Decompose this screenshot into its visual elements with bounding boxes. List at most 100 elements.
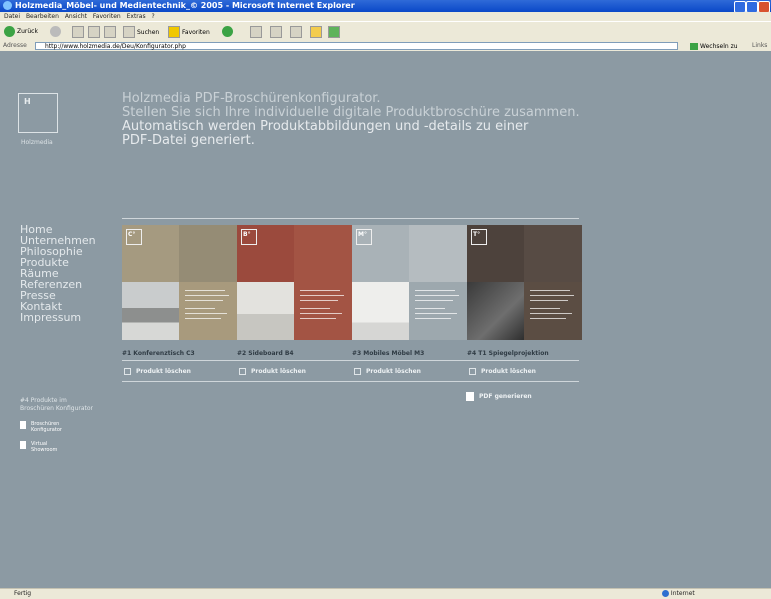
generate-pdf-button[interactable]: PDF generieren bbox=[466, 392, 532, 401]
history-button[interactable] bbox=[222, 26, 233, 37]
product-color-block: T° bbox=[467, 225, 524, 282]
search-button[interactable]: Suchen bbox=[123, 26, 159, 38]
forward-arrow-icon bbox=[50, 26, 61, 37]
status-bar: Fertig Internet bbox=[0, 588, 771, 599]
favorites-button[interactable]: Favoriten bbox=[168, 26, 210, 38]
menu-datei[interactable]: Datei bbox=[4, 13, 20, 20]
menu-bar: Datei Bearbeiten Ansicht Favoriten Extra… bbox=[0, 12, 771, 21]
virtual-showroom-link[interactable]: Virtual Showroom bbox=[20, 441, 57, 453]
divider-middle bbox=[122, 360, 579, 361]
refresh-button[interactable] bbox=[88, 26, 100, 38]
folder-icon bbox=[310, 26, 322, 38]
product-photo bbox=[352, 282, 409, 340]
globe-icon bbox=[662, 590, 669, 597]
ie-icon bbox=[3, 1, 12, 10]
home-icon bbox=[104, 26, 116, 38]
product-description bbox=[294, 282, 352, 340]
remove-product-button[interactable]: Produkt löschen bbox=[239, 368, 306, 375]
product-grid: C° B° M° T° bbox=[122, 225, 582, 340]
web-page: H Holzmedia Holzmedia PDF-Broschürenkonf… bbox=[0, 52, 771, 588]
stop-button[interactable] bbox=[72, 26, 84, 38]
product-color-block: B° bbox=[237, 225, 294, 282]
delete-icon bbox=[354, 368, 361, 375]
document-icon bbox=[20, 421, 26, 429]
configurator-count: #4 Produkte im Broschüren Konfigurator bbox=[20, 397, 94, 412]
menu-favoriten[interactable]: Favoriten bbox=[93, 13, 121, 20]
back-button[interactable]: Zurück bbox=[4, 26, 38, 37]
product-description bbox=[409, 282, 467, 340]
home-button[interactable] bbox=[104, 26, 116, 38]
product-tile-t1[interactable]: T° bbox=[467, 225, 582, 340]
folder-button[interactable] bbox=[310, 26, 322, 38]
intro-line-2: Stellen Sie sich Ihre individuelle digit… bbox=[122, 105, 580, 120]
divider-top bbox=[122, 218, 579, 219]
menu-bearbeiten[interactable]: Bearbeiten bbox=[26, 13, 59, 20]
brochure-configurator-link[interactable]: Broschüren Konfigurator bbox=[20, 421, 62, 433]
browser-toolbar: Zurück Suchen Favoriten bbox=[0, 21, 771, 42]
print-button[interactable] bbox=[270, 26, 282, 38]
product-sketch bbox=[294, 225, 352, 282]
product-letter: T° bbox=[471, 229, 487, 245]
edit-icon bbox=[290, 26, 302, 38]
product-label: #3 Mobiles Möbel M3 bbox=[352, 350, 425, 357]
remove-product-button[interactable]: Produkt löschen bbox=[469, 368, 536, 375]
refresh-icon bbox=[88, 26, 100, 38]
mail-button[interactable] bbox=[250, 26, 262, 38]
product-sketch bbox=[524, 225, 582, 282]
product-color-block: C° bbox=[122, 225, 179, 282]
forward-button[interactable] bbox=[50, 26, 61, 37]
menu-extras[interactable]: Extras bbox=[127, 13, 146, 20]
status-text: Fertig bbox=[14, 590, 32, 597]
go-arrow-icon bbox=[690, 43, 698, 50]
intro-text: Holzmedia PDF-Broschürenkonfigurator. St… bbox=[122, 91, 580, 148]
intro-line-3: Automatisch werden Produktabbildungen un… bbox=[122, 119, 529, 134]
window-title-bar: Holzmedia_Möbel- und Medientechnik_© 200… bbox=[0, 0, 771, 13]
search-icon bbox=[123, 26, 135, 38]
product-description bbox=[524, 282, 582, 340]
edit-button[interactable] bbox=[290, 26, 302, 38]
product-label: #1 Konferenztisch C3 bbox=[122, 350, 195, 357]
product-label: #2 Sideboard B4 bbox=[237, 350, 294, 357]
address-input[interactable]: http://www.holzmedia.de/Deu/Konfigurator… bbox=[35, 42, 678, 50]
product-photo bbox=[122, 282, 179, 340]
delete-icon bbox=[124, 368, 131, 375]
holzmedia-logo[interactable]: H Holzmedia bbox=[18, 93, 58, 146]
delete-icon bbox=[239, 368, 246, 375]
product-label: #4 T1 Spiegelprojektion bbox=[467, 350, 549, 357]
logo-mark: H bbox=[24, 97, 31, 106]
menu-ansicht[interactable]: Ansicht bbox=[65, 13, 87, 20]
printer-icon bbox=[270, 26, 282, 38]
product-sketch bbox=[409, 225, 467, 282]
intro-line-4: PDF-Datei generiert. bbox=[122, 133, 255, 148]
remove-product-button[interactable]: Produkt löschen bbox=[354, 368, 421, 375]
logo-name: Holzmedia bbox=[21, 139, 53, 146]
pdf-icon bbox=[466, 392, 474, 401]
messenger-icon bbox=[328, 26, 340, 38]
links-button[interactable]: Links bbox=[752, 41, 767, 51]
menu-help[interactable]: ? bbox=[152, 13, 155, 20]
product-photo bbox=[237, 282, 294, 340]
messenger-button[interactable] bbox=[328, 26, 340, 38]
remove-product-button[interactable]: Produkt löschen bbox=[124, 368, 191, 375]
back-arrow-icon bbox=[4, 26, 15, 37]
product-tile-c3[interactable]: C° bbox=[122, 225, 237, 340]
product-tile-b4[interactable]: B° bbox=[237, 225, 352, 340]
product-color-block: M° bbox=[352, 225, 409, 282]
product-letter: B° bbox=[241, 229, 257, 245]
go-button[interactable]: Wechseln zu bbox=[690, 42, 738, 52]
nav-impressum[interactable]: Impressum bbox=[20, 312, 96, 323]
product-tile-m3[interactable]: M° bbox=[352, 225, 467, 340]
divider-bottom bbox=[122, 381, 579, 382]
address-bar: Adresse http://www.holzmedia.de/Deu/Konf… bbox=[0, 41, 771, 51]
window-title: Holzmedia_Möbel- und Medientechnik_© 200… bbox=[15, 1, 355, 10]
product-photo bbox=[467, 282, 524, 340]
star-icon bbox=[168, 26, 180, 38]
document-icon bbox=[20, 441, 26, 449]
main-nav: Home Unternehmen Philosophie Produkte Rä… bbox=[20, 224, 96, 323]
delete-icon bbox=[469, 368, 476, 375]
product-description bbox=[179, 282, 237, 340]
address-label: Adresse bbox=[3, 42, 27, 49]
product-letter: M° bbox=[356, 229, 372, 245]
intro-line-1: Holzmedia PDF-Broschürenkonfigurator. bbox=[122, 91, 381, 106]
mail-icon bbox=[250, 26, 262, 38]
